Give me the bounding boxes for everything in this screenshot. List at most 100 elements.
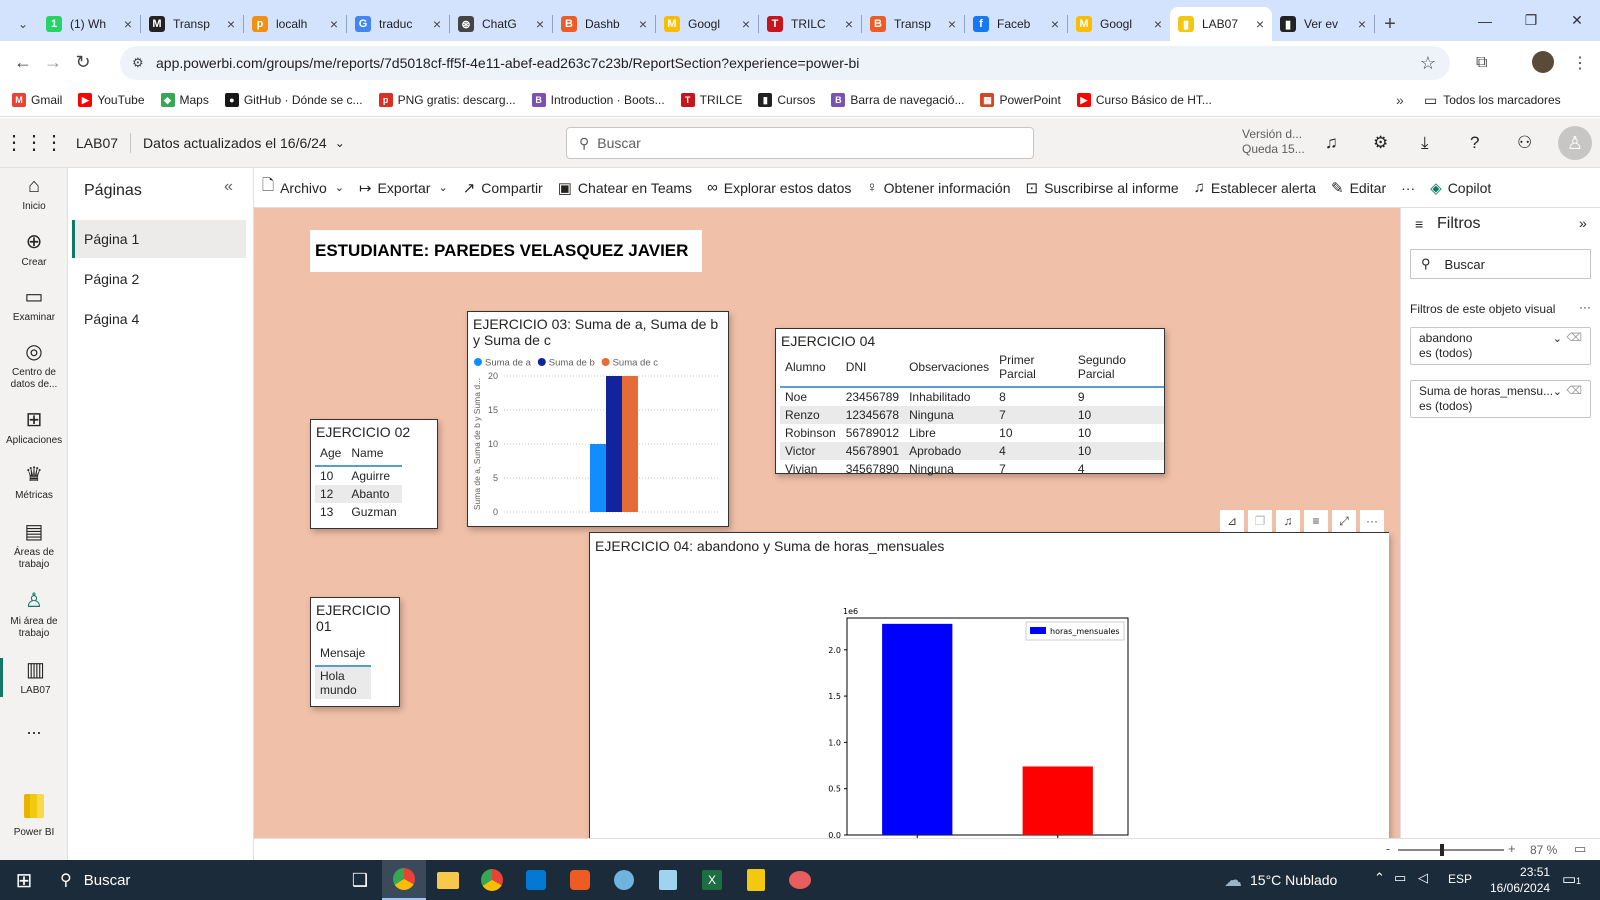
reload-icon[interactable]: ↻ xyxy=(68,52,98,73)
settings-icon[interactable]: ⚙ xyxy=(1373,133,1388,153)
network-icon[interactable]: ▭ xyxy=(1394,870,1406,886)
ejercicio-01-card[interactable]: EJERCICIO 01 Mensaje Hola mundo xyxy=(310,597,400,707)
close-tab-icon[interactable]: × xyxy=(1051,16,1059,32)
chevron-down-icon[interactable]: ⌄ xyxy=(335,136,345,150)
collapse-filters-icon[interactable]: » xyxy=(1579,215,1587,231)
snip-icon[interactable] xyxy=(778,860,822,900)
paint-icon[interactable] xyxy=(602,860,646,900)
bookmark-star-icon[interactable]: ☆ xyxy=(1420,53,1436,74)
bookmark-item[interactable]: B Introduction · Boots... xyxy=(531,93,665,107)
data-updated-label[interactable]: Datos actualizados el 16/6/24 xyxy=(143,135,327,151)
new-tab-icon[interactable]: + xyxy=(1375,7,1405,41)
toolbar-binoculars[interactable]: ∞ Explorar estos datos xyxy=(707,179,851,196)
table-header[interactable]: Segundo Parcial xyxy=(1072,349,1164,388)
nav-item-data-hub[interactable]: ◎ Centro de datos de... xyxy=(0,340,68,391)
file-explorer-icon[interactable] xyxy=(426,860,470,900)
browser-tab[interactable]: T TRILC × xyxy=(759,7,861,41)
vscode-icon[interactable] xyxy=(514,860,558,900)
bookmark-item[interactable]: p PNG gratis: descarg... xyxy=(378,93,516,107)
page-tab[interactable]: Página 1 xyxy=(72,220,246,258)
notifications-icon[interactable]: ♫ xyxy=(1325,133,1338,153)
browser-tab[interactable]: M Googl × xyxy=(1068,7,1170,41)
notepad-icon[interactable] xyxy=(646,860,690,900)
all-bookmarks[interactable]: ▭ Todos los marcadores xyxy=(1424,92,1561,109)
more-options-icon[interactable]: ··· xyxy=(1360,510,1384,532)
close-tab-icon[interactable]: × xyxy=(742,16,750,32)
filter-icon[interactable]: ≡ xyxy=(1304,510,1328,532)
nav-item-workspaces[interactable]: ▤ Áreas de trabajo xyxy=(0,520,68,571)
copy-icon[interactable]: ❐ xyxy=(1248,510,1272,532)
bookmark-item[interactable]: B Barra de navegació... xyxy=(831,93,964,107)
bookmark-item[interactable]: ● GitHub · Dónde se c... xyxy=(224,93,363,107)
taskbar-search[interactable]: ⚲ Buscar xyxy=(46,860,318,900)
close-tab-icon[interactable]: × xyxy=(1358,16,1366,32)
nav-item-trophy[interactable]: ♛ Métricas xyxy=(0,463,68,502)
zoom-slider-thumb[interactable] xyxy=(1440,844,1444,856)
nav-item-plus-circle[interactable]: ⊕ Crear xyxy=(0,230,68,269)
close-tab-icon[interactable]: × xyxy=(845,16,853,32)
close-tab-icon[interactable]: × xyxy=(948,16,956,32)
browser-tab[interactable]: ⊛ ChatG × xyxy=(450,7,552,41)
toolbar-copilot[interactable]: ◈ Copilot xyxy=(1430,179,1491,197)
chevron-down-icon[interactable]: ⌄ xyxy=(1553,332,1562,347)
bookmark-item[interactable]: ◆ Maps xyxy=(160,93,209,107)
page-tab[interactable]: Página 2 xyxy=(72,260,246,298)
toolbar-more[interactable]: ··· xyxy=(1401,180,1415,196)
postman-icon[interactable] xyxy=(558,860,602,900)
toolbar-pencil[interactable]: ✎ Editar xyxy=(1331,179,1386,197)
volume-icon[interactable]: ◁ xyxy=(1418,870,1428,886)
toolbar-share[interactable]: ↗ Compartir xyxy=(463,179,543,197)
nav-item-apps[interactable]: ⊞ Aplicaciones xyxy=(0,408,68,447)
table-header[interactable]: Primer Parcial xyxy=(994,349,1073,388)
tab-search-chevron-icon[interactable]: ⌄ xyxy=(8,7,38,41)
filter-card-abandono[interactable]: abandono es (todos) ⌄ ⌫ xyxy=(1410,327,1591,365)
download-icon[interactable]: ⤓ xyxy=(1421,133,1429,153)
close-tab-icon[interactable]: × xyxy=(124,16,132,32)
filter-card-horas[interactable]: Suma de horas_mensu... es (todos) ⌄ ⌫ xyxy=(1410,380,1591,418)
close-window-icon[interactable]: ✕ xyxy=(1554,12,1600,29)
nav-item-person[interactable]: ♙ Mi área de trabajo xyxy=(0,589,68,640)
close-tab-icon[interactable]: × xyxy=(227,16,235,32)
weather-widget[interactable]: ☁ 15°C Nublado xyxy=(1224,860,1337,900)
clock[interactable]: 23:51 16/06/2024 xyxy=(1490,864,1550,896)
zoom-slider[interactable] xyxy=(1398,849,1504,851)
fit-page-icon[interactable]: ▭ xyxy=(1574,841,1586,857)
feedback-icon[interactable]: ⚇ xyxy=(1517,133,1532,153)
app-launcher-icon[interactable]: ⋮⋮⋮ xyxy=(0,130,68,155)
ejercicio-02-card[interactable]: EJERCICIO 02 Age Name 10 Aguirre 12 Abanto… xyxy=(310,419,438,529)
bookmark-item[interactable]: ▦ PowerPoint xyxy=(980,93,1061,107)
restore-icon[interactable]: ❐ xyxy=(1508,12,1554,29)
zoom-in-icon[interactable]: + xyxy=(1508,841,1516,856)
chrome-profile-icon[interactable] xyxy=(470,860,514,900)
close-tab-icon[interactable]: × xyxy=(1154,16,1162,32)
extensions-icon[interactable]: ⧉ xyxy=(1476,54,1487,72)
toolbar-lightbulb[interactable]: ♀ Obtener información xyxy=(866,179,1010,196)
toolbar-file[interactable]: 🗋 Archivo ⌄ xyxy=(262,175,344,200)
toolbar-teams[interactable]: ▣ Chatear en Teams xyxy=(558,179,692,197)
notification-center-icon[interactable]: ▭ xyxy=(1562,870,1576,888)
alert-icon[interactable]: ♫ xyxy=(1276,510,1300,532)
workspace-name[interactable]: LAB07 xyxy=(76,135,118,151)
browser-tab[interactable]: f Faceb × xyxy=(965,7,1067,41)
filters-search-input[interactable]: ⚲ Buscar xyxy=(1410,249,1591,279)
nav-item-more[interactable]: ... xyxy=(0,719,68,738)
table-header[interactable]: Alumno xyxy=(780,349,841,388)
table-header[interactable]: DNI xyxy=(840,349,905,388)
excel-icon[interactable]: X xyxy=(690,860,734,900)
eraser-icon[interactable]: ⌫ xyxy=(1566,331,1582,346)
browser-tab[interactable]: B Transp × xyxy=(862,7,964,41)
nav-item-folder[interactable]: ▭ Examinar xyxy=(0,285,68,324)
powerbi-search-input[interactable]: ⚲ Buscar xyxy=(566,127,1034,159)
focus-mode-icon[interactable]: ⤢ xyxy=(1332,510,1356,532)
bookmark-item[interactable]: T TRILCE xyxy=(680,93,742,107)
browser-tab[interactable]: ▮ Ver ev × xyxy=(1272,7,1374,41)
profile-avatar[interactable] xyxy=(1532,51,1554,73)
nav-item-powerbi-logo[interactable]: Power BI xyxy=(0,794,68,839)
browser-tab[interactable]: B Dashb × xyxy=(553,7,655,41)
ejercicio-03-card[interactable]: EJERCICIO 03: Suma de a, Suma de b y Sum… xyxy=(467,311,729,527)
ejercicio-04-card[interactable]: EJERCICIO 04 Alumno DNI Observaciones Prime… xyxy=(775,328,1165,476)
eraser-icon[interactable]: ⌫ xyxy=(1566,384,1582,399)
browser-tab[interactable]: Gtraduc × xyxy=(347,7,449,41)
close-tab-icon[interactable]: × xyxy=(330,16,338,32)
close-tab-icon[interactable]: × xyxy=(536,16,544,32)
